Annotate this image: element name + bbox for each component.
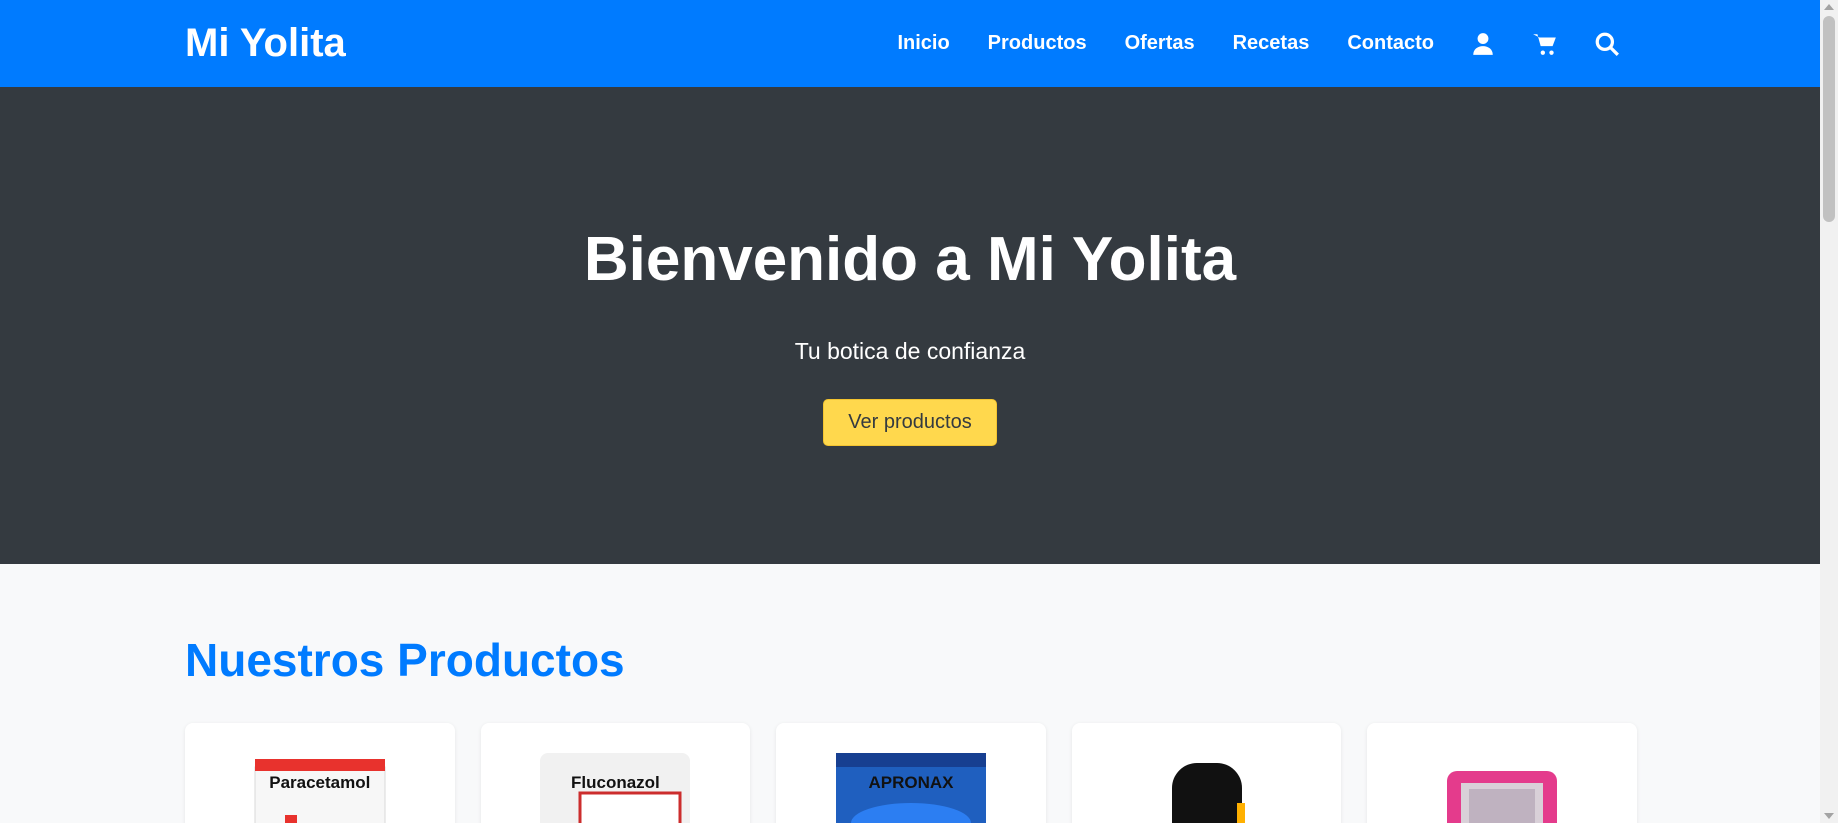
nav-inicio[interactable]: Inicio — [897, 32, 949, 55]
product-image: APRONAX — [835, 753, 986, 823]
product-label: Fluconazol — [571, 773, 660, 792]
product-image: Fluconazol — [540, 753, 691, 823]
search-icon[interactable] — [1594, 31, 1620, 57]
product-label: Paracetamol — [269, 773, 371, 792]
hero-subtitle: Tu botica de confianza — [794, 338, 1026, 364]
navbar: Mi Yolita Inicio Productos Ofertas Recet… — [0, 0, 1820, 87]
user-icon[interactable] — [1470, 31, 1496, 57]
product-card[interactable] — [1071, 723, 1342, 823]
nav-ofertas[interactable]: Ofertas — [1125, 32, 1195, 55]
nav-contacto[interactable]: Contacto — [1347, 32, 1434, 55]
product-card[interactable]: Paracetamol — [185, 723, 455, 823]
scroll-up-icon[interactable] — [1824, 4, 1834, 10]
product-label: APRONAX — [868, 773, 954, 792]
product-image — [1427, 753, 1577, 823]
nav-productos[interactable]: Productos — [988, 32, 1087, 55]
view-products-button[interactable]: Ver productos — [823, 399, 997, 446]
hero-title: Bienvenido a Mi Yolita — [583, 225, 1237, 294]
scrollbar[interactable] — [1820, 0, 1838, 823]
cart-icon[interactable] — [1532, 31, 1558, 57]
products-grid: Paracetamol Fluconazol APRONAX — [185, 723, 1637, 823]
product-card[interactable]: APRONAX — [776, 723, 1046, 823]
product-image: Paracetamol — [245, 753, 395, 823]
nav-links: Inicio Productos Ofertas Recetas Contact… — [859, 0, 1820, 87]
nav-recetas[interactable]: Recetas — [1233, 32, 1310, 55]
hero-section: Bienvenido a Mi Yolita Tu botica de conf… — [0, 87, 1820, 564]
scroll-thumb[interactable] — [1823, 16, 1835, 222]
product-card[interactable]: Fluconazol — [480, 723, 751, 823]
scroll-down-icon[interactable] — [1824, 813, 1834, 819]
brand-logo[interactable]: Mi Yolita — [185, 20, 346, 66]
products-title: Nuestros Productos — [185, 634, 625, 686]
product-image — [1132, 753, 1282, 823]
product-card[interactable] — [1367, 723, 1637, 823]
